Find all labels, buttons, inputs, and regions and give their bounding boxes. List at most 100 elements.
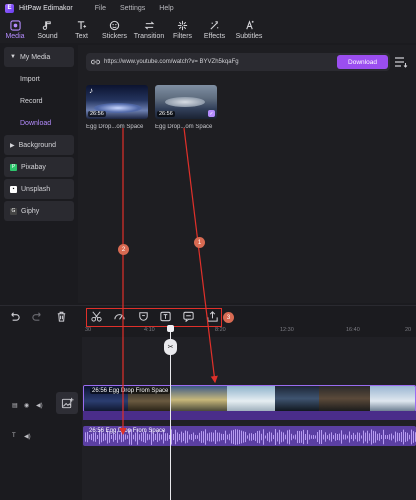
waveform-bar xyxy=(119,434,120,440)
waveform-bar xyxy=(269,431,270,443)
waveform-bar xyxy=(259,430,260,444)
waveform-bar xyxy=(193,432,194,442)
audio-clip[interactable]: 26:56 Egg Drop From Space xyxy=(83,426,416,446)
waveform-bar xyxy=(191,434,192,440)
duration-badge: 26:56 xyxy=(157,111,175,117)
waveform-bar xyxy=(251,433,252,441)
waveform-bar xyxy=(243,431,244,443)
waveform-bar xyxy=(281,431,282,443)
waveform-bar xyxy=(319,430,320,444)
tab-stickers[interactable]: Stickers xyxy=(98,16,131,43)
waveform-bar xyxy=(261,433,262,441)
duration-badge: 26:56 xyxy=(88,111,106,117)
waveform-bar xyxy=(183,432,184,442)
sidebar-item-pixabay[interactable]: P Pixabay xyxy=(4,157,74,177)
waveform-bar xyxy=(97,434,98,440)
tab-media[interactable]: Media xyxy=(0,16,30,43)
annotation-badge-1: 1 xyxy=(194,237,205,248)
waveform-bar xyxy=(347,435,348,439)
waveform-bar xyxy=(373,430,374,444)
waveform-bar xyxy=(175,429,176,445)
tab-effects[interactable]: Effects xyxy=(198,16,231,43)
waveform-bar xyxy=(377,433,378,441)
volume-icon[interactable]: ◀) xyxy=(36,402,43,409)
download-button[interactable]: Download xyxy=(337,55,388,69)
waveform-bar xyxy=(249,433,250,441)
delete-icon[interactable] xyxy=(55,310,68,323)
ruler-tick-label: 30 xyxy=(85,327,92,333)
waveform-bar xyxy=(201,431,202,443)
timeline-area[interactable]: 26:56 Egg Drop From Space 26:56 Egg Drop… xyxy=(82,337,416,500)
visibility-eye-icon[interactable]: ◉ xyxy=(24,402,29,409)
waveform-bar xyxy=(345,434,346,440)
menu-help[interactable]: Help xyxy=(159,5,173,12)
waveform-bar xyxy=(387,435,388,439)
waveform-bar xyxy=(343,434,344,440)
video-clip[interactable]: 26:56 Egg Drop From Space xyxy=(83,385,416,412)
waveform-bar xyxy=(207,433,208,441)
waveform-bar xyxy=(303,429,304,445)
tab-text[interactable]: Text xyxy=(65,16,98,43)
waveform-bar xyxy=(411,429,412,445)
sidebar-item-import[interactable]: Import xyxy=(4,69,74,89)
timeline-ruler[interactable]: 30 4:10 8:20 12:30 16:40 20 xyxy=(82,327,416,337)
add-image-icon xyxy=(61,397,74,408)
url-input[interactable]: https://www.youtube.com/watch?v= BYVZh5k… xyxy=(104,59,239,65)
waveform-bar xyxy=(381,434,382,440)
waveform-bar xyxy=(265,435,266,439)
ruler-tick-label: 20 xyxy=(405,327,412,333)
waveform-bar xyxy=(311,435,312,439)
undo-icon[interactable] xyxy=(8,310,21,323)
unsplash-icon: ▪ xyxy=(10,185,17,193)
download-list-icon[interactable] xyxy=(394,56,408,68)
tab-sound[interactable]: Sound xyxy=(30,16,65,43)
feature-tabs: Media Sound Text Stickers Transition Fil… xyxy=(0,16,416,43)
waveform-bar xyxy=(205,429,206,445)
waveform-bar xyxy=(185,430,186,444)
waveform-bar xyxy=(159,433,160,441)
waveform-bar xyxy=(349,431,350,443)
sidebar-item-record[interactable]: Record xyxy=(4,91,74,111)
tab-subtitles[interactable]: Subtitles xyxy=(231,16,267,43)
check-icon[interactable]: ✓ xyxy=(208,110,215,117)
waveform-bar xyxy=(133,434,134,440)
playhead-split-handle[interactable]: ✂ xyxy=(164,339,177,355)
chevron-down-icon: ▼ xyxy=(10,54,16,60)
media-item-video[interactable]: 26:56 ✓ xyxy=(155,85,217,119)
waveform-bar xyxy=(317,432,318,442)
filters-icon xyxy=(177,20,188,30)
waveform-bar xyxy=(335,433,336,441)
waveform-bar xyxy=(331,432,332,442)
waveform-bar xyxy=(221,433,222,441)
waveform-bar xyxy=(299,430,300,444)
menu-file[interactable]: File xyxy=(95,5,106,12)
clip-thumbnail xyxy=(274,386,319,411)
volume-icon[interactable]: ◀) xyxy=(24,433,31,440)
sidebar-item-unsplash[interactable]: ▪ Unsplash xyxy=(4,179,74,199)
tab-label: Effects xyxy=(203,32,226,40)
sidebar-item-my-media[interactable]: ▼ My Media xyxy=(4,47,74,67)
redo-icon[interactable] xyxy=(31,310,44,323)
ruler-tick-label: 8:20 xyxy=(215,327,226,333)
waveform-bar xyxy=(239,429,240,445)
tab-label: Transition xyxy=(133,32,165,40)
menu-settings[interactable]: Settings xyxy=(120,5,145,12)
add-media-button[interactable] xyxy=(56,392,78,414)
tab-filters[interactable]: Filters xyxy=(167,16,198,43)
waveform-bar xyxy=(273,434,274,440)
waveform-bar xyxy=(125,434,126,440)
sidebar-item-background[interactable]: ▶ Background xyxy=(4,135,74,155)
sidebar-item-download[interactable]: Download xyxy=(4,113,74,133)
sidebar-item-giphy[interactable]: G Giphy xyxy=(4,201,74,221)
waveform-bar xyxy=(87,431,88,443)
tab-transition[interactable]: Transition xyxy=(131,16,167,43)
media-item-audio[interactable]: ♪ 26:56 xyxy=(86,85,148,119)
waveform-bar xyxy=(171,429,172,445)
waveform-bar xyxy=(189,434,190,440)
waveform-bar xyxy=(283,432,284,442)
waveform-bar xyxy=(235,429,236,445)
track-controls-panel: ▤ ◉ ◀) T ◀) xyxy=(0,337,82,500)
app-logo-icon: E xyxy=(5,3,14,13)
ruler-tick-label: 12:30 xyxy=(280,327,294,333)
playhead-marker[interactable] xyxy=(167,325,174,332)
